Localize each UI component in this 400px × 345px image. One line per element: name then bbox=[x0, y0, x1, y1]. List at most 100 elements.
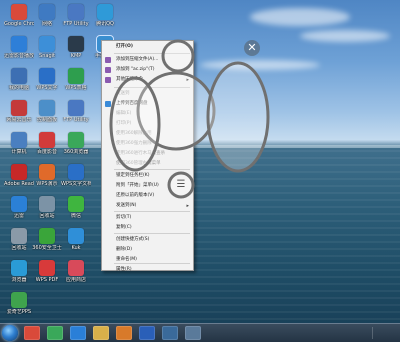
desktop-icon[interactable]: WPS演示 bbox=[32, 164, 62, 187]
menu-item-label: 发送到(N) bbox=[116, 203, 137, 208]
desktop-icon-label: 迅雷影音播放器 bbox=[4, 53, 34, 59]
desktop-icon[interactable]: Kuk bbox=[61, 228, 91, 251]
app2-taskbar-icon[interactable] bbox=[185, 326, 201, 340]
context-menu-item[interactable]: 发送到(N) ▸ bbox=[102, 201, 193, 211]
desktop-icon-image bbox=[11, 260, 27, 276]
menu-item-label: 打开(O) bbox=[116, 44, 133, 49]
media-taskbar-icon[interactable] bbox=[116, 326, 132, 340]
desktop-icon-image bbox=[97, 4, 113, 20]
desktop-icon-image bbox=[68, 36, 84, 52]
desktop-icon[interactable]: FTP Utility bbox=[61, 100, 91, 123]
desktop-icon-label: 计算机 bbox=[11, 149, 27, 155]
desktop-icon[interactable]: FTP Utility bbox=[61, 4, 91, 27]
desktop-icon-label: WPS表格 bbox=[65, 85, 87, 91]
menu-item-label: 创建快捷方式(S) bbox=[116, 237, 150, 242]
menu-item-label: 附到「开始」菜单(U) bbox=[116, 183, 159, 188]
cloud bbox=[250, 8, 350, 26]
desktop-icon[interactable]: WPS PDF bbox=[32, 260, 62, 283]
word-taskbar-icon[interactable] bbox=[139, 326, 155, 340]
desktop-icon-label: 网络 bbox=[41, 21, 52, 27]
desktop-icon-label: 360浏览器 bbox=[63, 149, 89, 155]
menu-separator bbox=[114, 169, 190, 170]
desktop-icon[interactable]: 迅雷影音播放器 bbox=[4, 36, 34, 59]
menu-item-icon bbox=[105, 57, 111, 63]
desktop-icon-image bbox=[11, 196, 27, 212]
folder-taskbar-icon[interactable] bbox=[93, 326, 109, 340]
menu-item-label: 添加到 "ac.zip"(T) bbox=[116, 67, 155, 72]
desktop-icon-label: 百度影音 bbox=[36, 149, 57, 155]
menu-item-label: 删除(D) bbox=[116, 247, 132, 252]
context-menu-item[interactable]: 属性(R) bbox=[102, 265, 193, 275]
menu-item-label: 复制(C) bbox=[116, 225, 132, 230]
menu-separator bbox=[114, 263, 190, 264]
desktop-icon[interactable]: 控制面板 bbox=[32, 100, 62, 123]
desktop-icon[interactable]: 网易云音乐 bbox=[4, 100, 34, 123]
desktop-icon-image bbox=[11, 292, 27, 308]
chrome-taskbar-icon[interactable] bbox=[24, 326, 40, 340]
app-taskbar-icon[interactable] bbox=[162, 326, 178, 340]
desktop-icon[interactable]: 360浏览器 bbox=[61, 132, 91, 155]
desktop-icon-label: WPS演示 bbox=[36, 181, 58, 187]
left-large-ellipse[interactable] bbox=[109, 76, 161, 172]
desktop-icon-image bbox=[68, 132, 84, 148]
desktop-icon-label: 迅雷 bbox=[13, 213, 24, 219]
menu-item-label: 锁定到任务栏(K) bbox=[116, 173, 150, 178]
360-browser-taskbar-icon[interactable] bbox=[47, 326, 63, 340]
desktop: Google Chrome 迅雷影音播放器我的电脑网易云音乐计算机 Adobe Re… bbox=[0, 0, 400, 341]
desktop-icon[interactable]: 腾讯QQ bbox=[90, 4, 120, 27]
desktop-icon-image bbox=[11, 228, 27, 244]
desktop-icon[interactable]: 360安全卫士 bbox=[32, 228, 62, 251]
desktop-icon-label: 腾讯QQ bbox=[96, 21, 114, 27]
desktop-icon[interactable]: 我的电脑 bbox=[4, 68, 34, 91]
menu-item-label: 属性(R) bbox=[116, 267, 132, 272]
desktop-icon[interactable]: WPS表格 bbox=[61, 68, 91, 91]
context-menu-item[interactable]: 删除(D) bbox=[102, 245, 193, 255]
desktop-icon[interactable]: 应用商店 bbox=[61, 260, 91, 283]
desktop-icon[interactable]: 网络 bbox=[32, 4, 62, 27]
desktop-icon-image bbox=[39, 68, 55, 84]
desktop-icon-image bbox=[11, 68, 27, 84]
menu-item-label: 添加到压缩文件(A)... bbox=[116, 57, 159, 62]
desktop-icon-image bbox=[39, 36, 55, 52]
desktop-icon[interactable]: 浏览器 bbox=[4, 260, 34, 283]
desktop-icon[interactable]: 百度影音 bbox=[32, 132, 62, 155]
desktop-icon[interactable]: 计算机 bbox=[4, 132, 34, 155]
right-large-ellipse[interactable] bbox=[206, 61, 270, 173]
cloud bbox=[200, 60, 320, 70]
desktop-icon-label: WPS PDF bbox=[35, 277, 59, 283]
system-tray bbox=[372, 327, 399, 339]
desktop-icon-label: Adobe Reader bbox=[4, 181, 34, 187]
desktop-icon-label: 回收站 bbox=[11, 245, 27, 251]
desktop-icon-label: 360安全卫士 bbox=[32, 245, 62, 251]
desktop-icon[interactable]: 爱奇艺PPS bbox=[4, 292, 34, 315]
desktop-icon-label: 控制面板 bbox=[36, 117, 57, 123]
context-menu-item[interactable]: 剪切(T) bbox=[102, 213, 193, 223]
start-button[interactable] bbox=[2, 325, 18, 341]
bottom-small-circle[interactable] bbox=[167, 171, 195, 199]
desktop-icon[interactable]: Google Chrome bbox=[4, 4, 34, 27]
desktop-icon-image bbox=[39, 260, 55, 276]
desktop-icon-image bbox=[68, 100, 84, 116]
desktop-icon[interactable]: WPS文字 bbox=[32, 68, 62, 91]
context-menu-item[interactable]: 复制(C) bbox=[102, 223, 193, 233]
desktop-icon[interactable]: Adobe Reader bbox=[4, 164, 34, 187]
desktop-icon[interactable]: 迅雷 bbox=[4, 196, 34, 219]
ie-taskbar-icon[interactable] bbox=[70, 326, 86, 340]
desktop-icon[interactable]: 回收站 bbox=[4, 228, 34, 251]
taskbar bbox=[0, 323, 400, 342]
menu-separator bbox=[114, 233, 190, 234]
desktop-icon[interactable]: 回收站 bbox=[32, 196, 62, 219]
menu-item-label: 剪切(T) bbox=[116, 215, 132, 220]
desktop-icon-label: 应用商店 bbox=[65, 277, 86, 283]
desktop-icon[interactable]: KMP bbox=[61, 36, 91, 59]
context-menu-item[interactable]: 创建快捷方式(S) bbox=[102, 235, 193, 245]
desktop-icon[interactable]: WPS文字文档 bbox=[61, 164, 91, 187]
desktop-icon-image bbox=[11, 36, 27, 52]
menu-item-label: 还原以前的版本(V) bbox=[116, 193, 155, 198]
submenu-arrow-icon: ▸ bbox=[186, 203, 189, 209]
menu-item-label: 重命名(M) bbox=[116, 257, 137, 262]
desktop-icon[interactable]: 微信 bbox=[61, 196, 91, 219]
desktop-icon-image bbox=[39, 164, 55, 180]
desktop-icon[interactable]: Snagit bbox=[32, 36, 62, 59]
top-small-circle[interactable] bbox=[161, 39, 195, 73]
